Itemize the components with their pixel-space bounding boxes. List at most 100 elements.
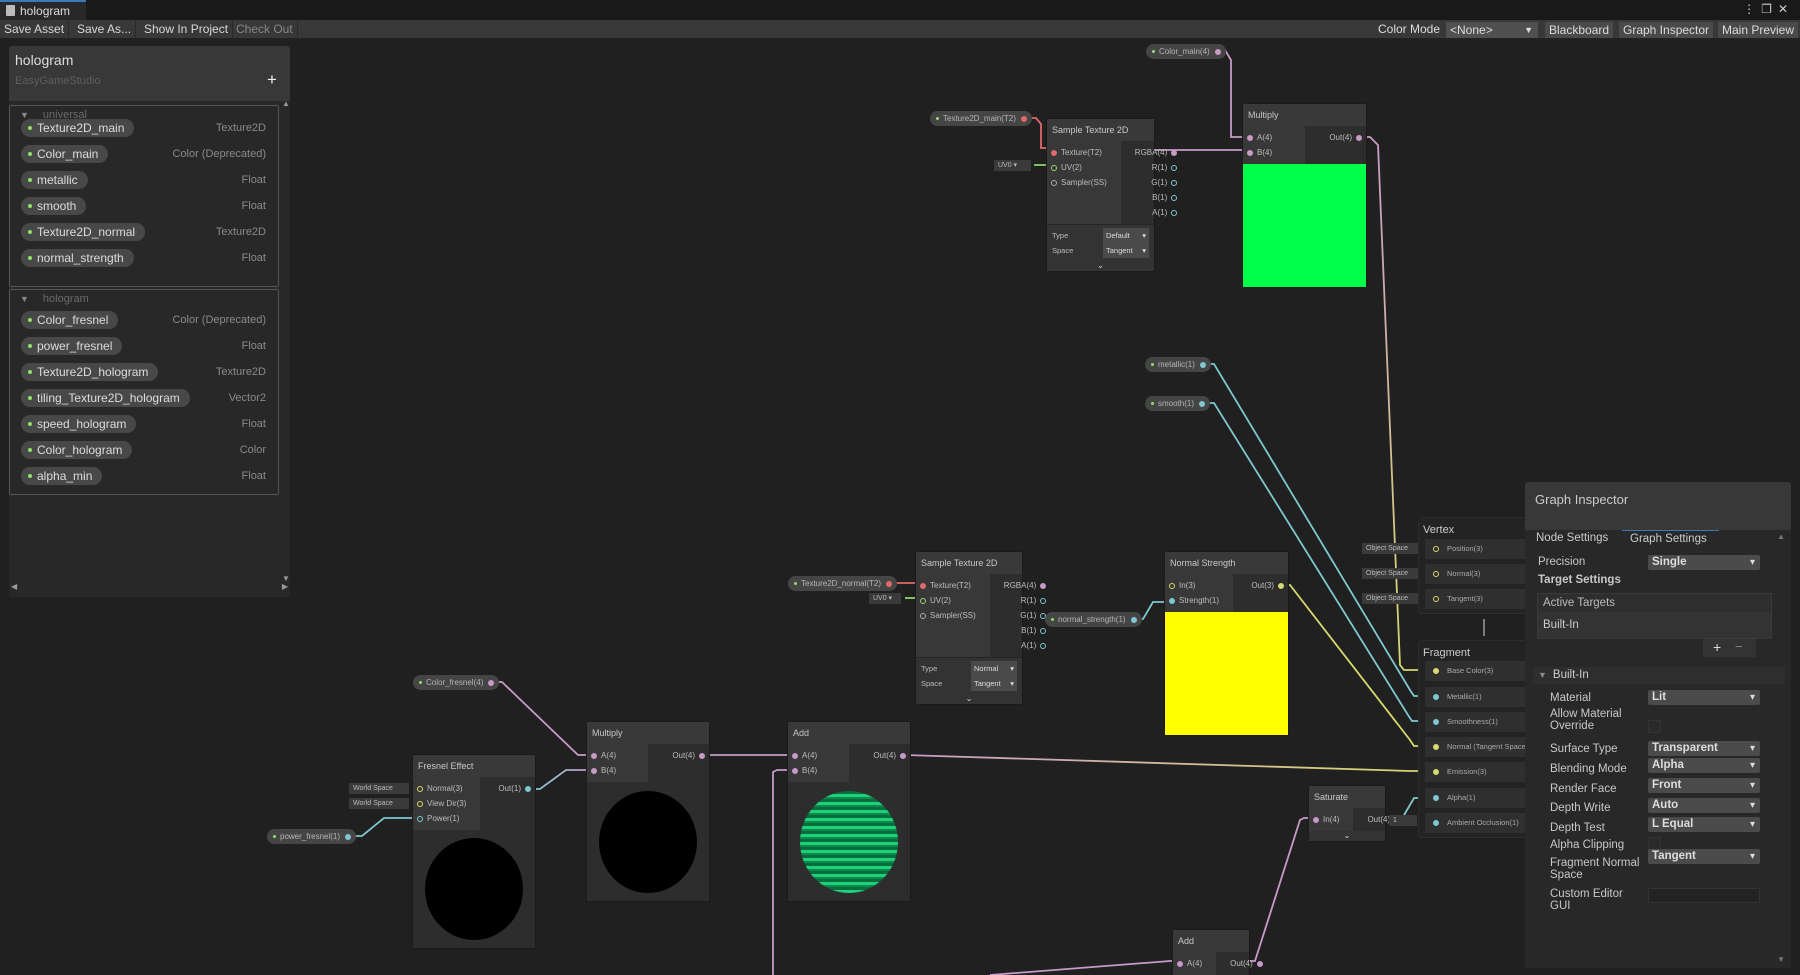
scroll-down-icon[interactable]: ▼: [1777, 955, 1785, 964]
port-v4-icon[interactable]: [1313, 817, 1319, 823]
custom-editor-gui-field[interactable]: [1648, 888, 1760, 903]
property-pill[interactable]: normal_strength: [21, 249, 134, 267]
input-port[interactable]: In(4): [1309, 812, 1353, 827]
port-f-icon[interactable]: [1433, 694, 1439, 700]
render-face-dropdown[interactable]: Front: [1648, 778, 1760, 793]
inline-input-field[interactable]: World Space: [349, 783, 409, 794]
input-port[interactable]: UV(2): [1047, 160, 1121, 175]
output-port[interactable]: G(1): [990, 608, 1050, 623]
port-v3-icon[interactable]: [1433, 546, 1439, 552]
port-v4-icon[interactable]: [1256, 961, 1263, 967]
target-item-built-in[interactable]: Built-In: [1543, 619, 1579, 631]
input-port[interactable]: A(4): [587, 748, 648, 763]
input-port[interactable]: A(4): [1173, 956, 1216, 971]
port-v4-icon[interactable]: [1247, 150, 1253, 156]
fragment-block[interactable]: Normal (Tangent Space)(3): [1425, 737, 1528, 757]
property-node[interactable]: Color_fresnel(4): [413, 675, 500, 690]
port-tex-icon[interactable]: [886, 581, 893, 587]
port-f-icon[interactable]: [1130, 617, 1137, 623]
property-node[interactable]: power_fresnel(1): [267, 829, 357, 844]
port-uv-icon[interactable]: [1051, 165, 1057, 171]
port-v4-icon[interactable]: [900, 753, 906, 759]
fragment-block[interactable]: Emission(3): [1425, 762, 1528, 782]
output-port[interactable]: B(1): [990, 623, 1050, 638]
output-port[interactable]: G(1): [1121, 175, 1181, 190]
node-normal-strength[interactable]: Normal Strength In(3) Strength(1) Out(3): [1165, 552, 1288, 735]
depth-test-dropdown[interactable]: L Equal: [1648, 817, 1760, 832]
fragment-block[interactable]: Alpha(1): [1425, 788, 1528, 808]
output-port[interactable]: Out(4): [648, 748, 709, 763]
port-f-icon[interactable]: [1040, 598, 1047, 604]
port-f-icon[interactable]: [1199, 401, 1206, 407]
output-port[interactable]: R(1): [1121, 160, 1181, 175]
property-node[interactable]: Texture2D_main(T2): [930, 111, 1032, 126]
port-f-icon[interactable]: [1171, 165, 1178, 171]
input-port[interactable]: Strength(1): [1165, 593, 1233, 608]
port-ss-icon[interactable]: [1051, 180, 1057, 186]
inline-input-field[interactable]: World Space: [349, 798, 409, 809]
port-v3-icon[interactable]: [417, 786, 423, 792]
port-v4-icon[interactable]: [1040, 583, 1047, 589]
property-pill[interactable]: metallic: [21, 171, 88, 189]
vertex-block[interactable]: Tangent(3): [1425, 589, 1528, 609]
input-port[interactable]: Sampler(SS): [916, 608, 990, 623]
port-tex-icon[interactable]: [1020, 116, 1027, 122]
port-v3-icon[interactable]: [1433, 571, 1439, 577]
setting-dropdown[interactable]: Tangent: [971, 676, 1017, 691]
input-port[interactable]: B(4): [1243, 145, 1305, 160]
output-port[interactable]: R(1): [990, 593, 1050, 608]
property-pill[interactable]: Texture2D_hologram: [21, 363, 159, 381]
remove-target-button[interactable]: −: [1735, 639, 1743, 654]
inline-input-field[interactable]: 1: [1389, 815, 1417, 826]
port-v4-icon[interactable]: [792, 753, 798, 759]
port-f-icon[interactable]: [1171, 180, 1178, 186]
vertex-block[interactable]: Position(3): [1425, 539, 1528, 559]
property-pill[interactable]: Color_fresnel: [21, 311, 119, 329]
node-saturate[interactable]: Saturate In(4) Out(4) ⌄: [1309, 786, 1401, 841]
port-f-icon[interactable]: [345, 834, 352, 840]
setting-dropdown[interactable]: Default: [1103, 228, 1149, 243]
input-port[interactable]: Normal(3): [413, 781, 480, 796]
port-f-icon[interactable]: [1040, 643, 1047, 649]
output-port[interactable]: Out(1): [480, 781, 535, 796]
node-sample-texture-2d[interactable]: Sample Texture 2D Texture(T2) UV(2) Sampler…: [1047, 119, 1178, 271]
fragment-normal-space-dropdown[interactable]: Tangent: [1648, 849, 1760, 864]
inline-input-field[interactable]: Object Space: [1362, 568, 1418, 579]
add-target-button[interactable]: +: [1713, 639, 1721, 655]
port-f-icon[interactable]: [1433, 719, 1439, 725]
port-v3-icon[interactable]: [1278, 583, 1284, 589]
node-multiply[interactable]: Multiply A(4) B(4) Out(4): [587, 722, 709, 901]
port-v4-icon[interactable]: [1171, 150, 1178, 156]
depth-write-dropdown[interactable]: Auto: [1648, 798, 1760, 813]
input-port[interactable]: A(4): [1243, 130, 1305, 145]
port-f-icon[interactable]: [1433, 820, 1439, 826]
built-in-foldout[interactable]: ▼ Built-In: [1533, 667, 1785, 684]
expand-chevron-icon[interactable]: ⌄: [1309, 831, 1385, 841]
port-v4-icon[interactable]: [699, 753, 705, 759]
output-port[interactable]: RGBA(4): [990, 578, 1050, 593]
surface-type-dropdown[interactable]: Transparent: [1648, 741, 1760, 756]
output-port[interactable]: Out(4): [1216, 956, 1267, 971]
tab-graph-settings[interactable]: Graph Settings: [1622, 530, 1719, 547]
material-dropdown[interactable]: Lit: [1648, 690, 1760, 705]
input-port[interactable]: B(4): [788, 763, 849, 778]
port-ss-icon[interactable]: [920, 613, 926, 619]
section-header[interactable]: ▼ hologram: [20, 293, 89, 305]
port-v4-icon[interactable]: [591, 768, 597, 774]
fragment-block[interactable]: Base Color(3): [1425, 661, 1528, 681]
foldout-triangle-icon[interactable]: ▼: [20, 294, 29, 304]
property-pill[interactable]: Texture2D_normal: [21, 223, 146, 241]
node-add[interactable]: Add A(4) Out(4): [1173, 930, 1263, 975]
scroll-up-icon[interactable]: ▲: [1777, 532, 1785, 541]
port-f-icon[interactable]: [1171, 195, 1178, 201]
inline-input-field[interactable]: UV0 ▾: [994, 160, 1031, 171]
fragment-block[interactable]: Smoothness(1): [1425, 712, 1528, 732]
port-uv-icon[interactable]: [920, 598, 926, 604]
port-v3-icon[interactable]: [1433, 596, 1439, 602]
property-pill[interactable]: Color_main: [21, 145, 109, 163]
tab-node-settings[interactable]: Node Settings: [1528, 530, 1616, 547]
output-port[interactable]: Out(4): [849, 748, 910, 763]
output-port[interactable]: A(1): [1121, 205, 1181, 220]
inline-input-field[interactable]: Object Space: [1362, 593, 1418, 604]
port-f-icon[interactable]: [1171, 210, 1178, 216]
